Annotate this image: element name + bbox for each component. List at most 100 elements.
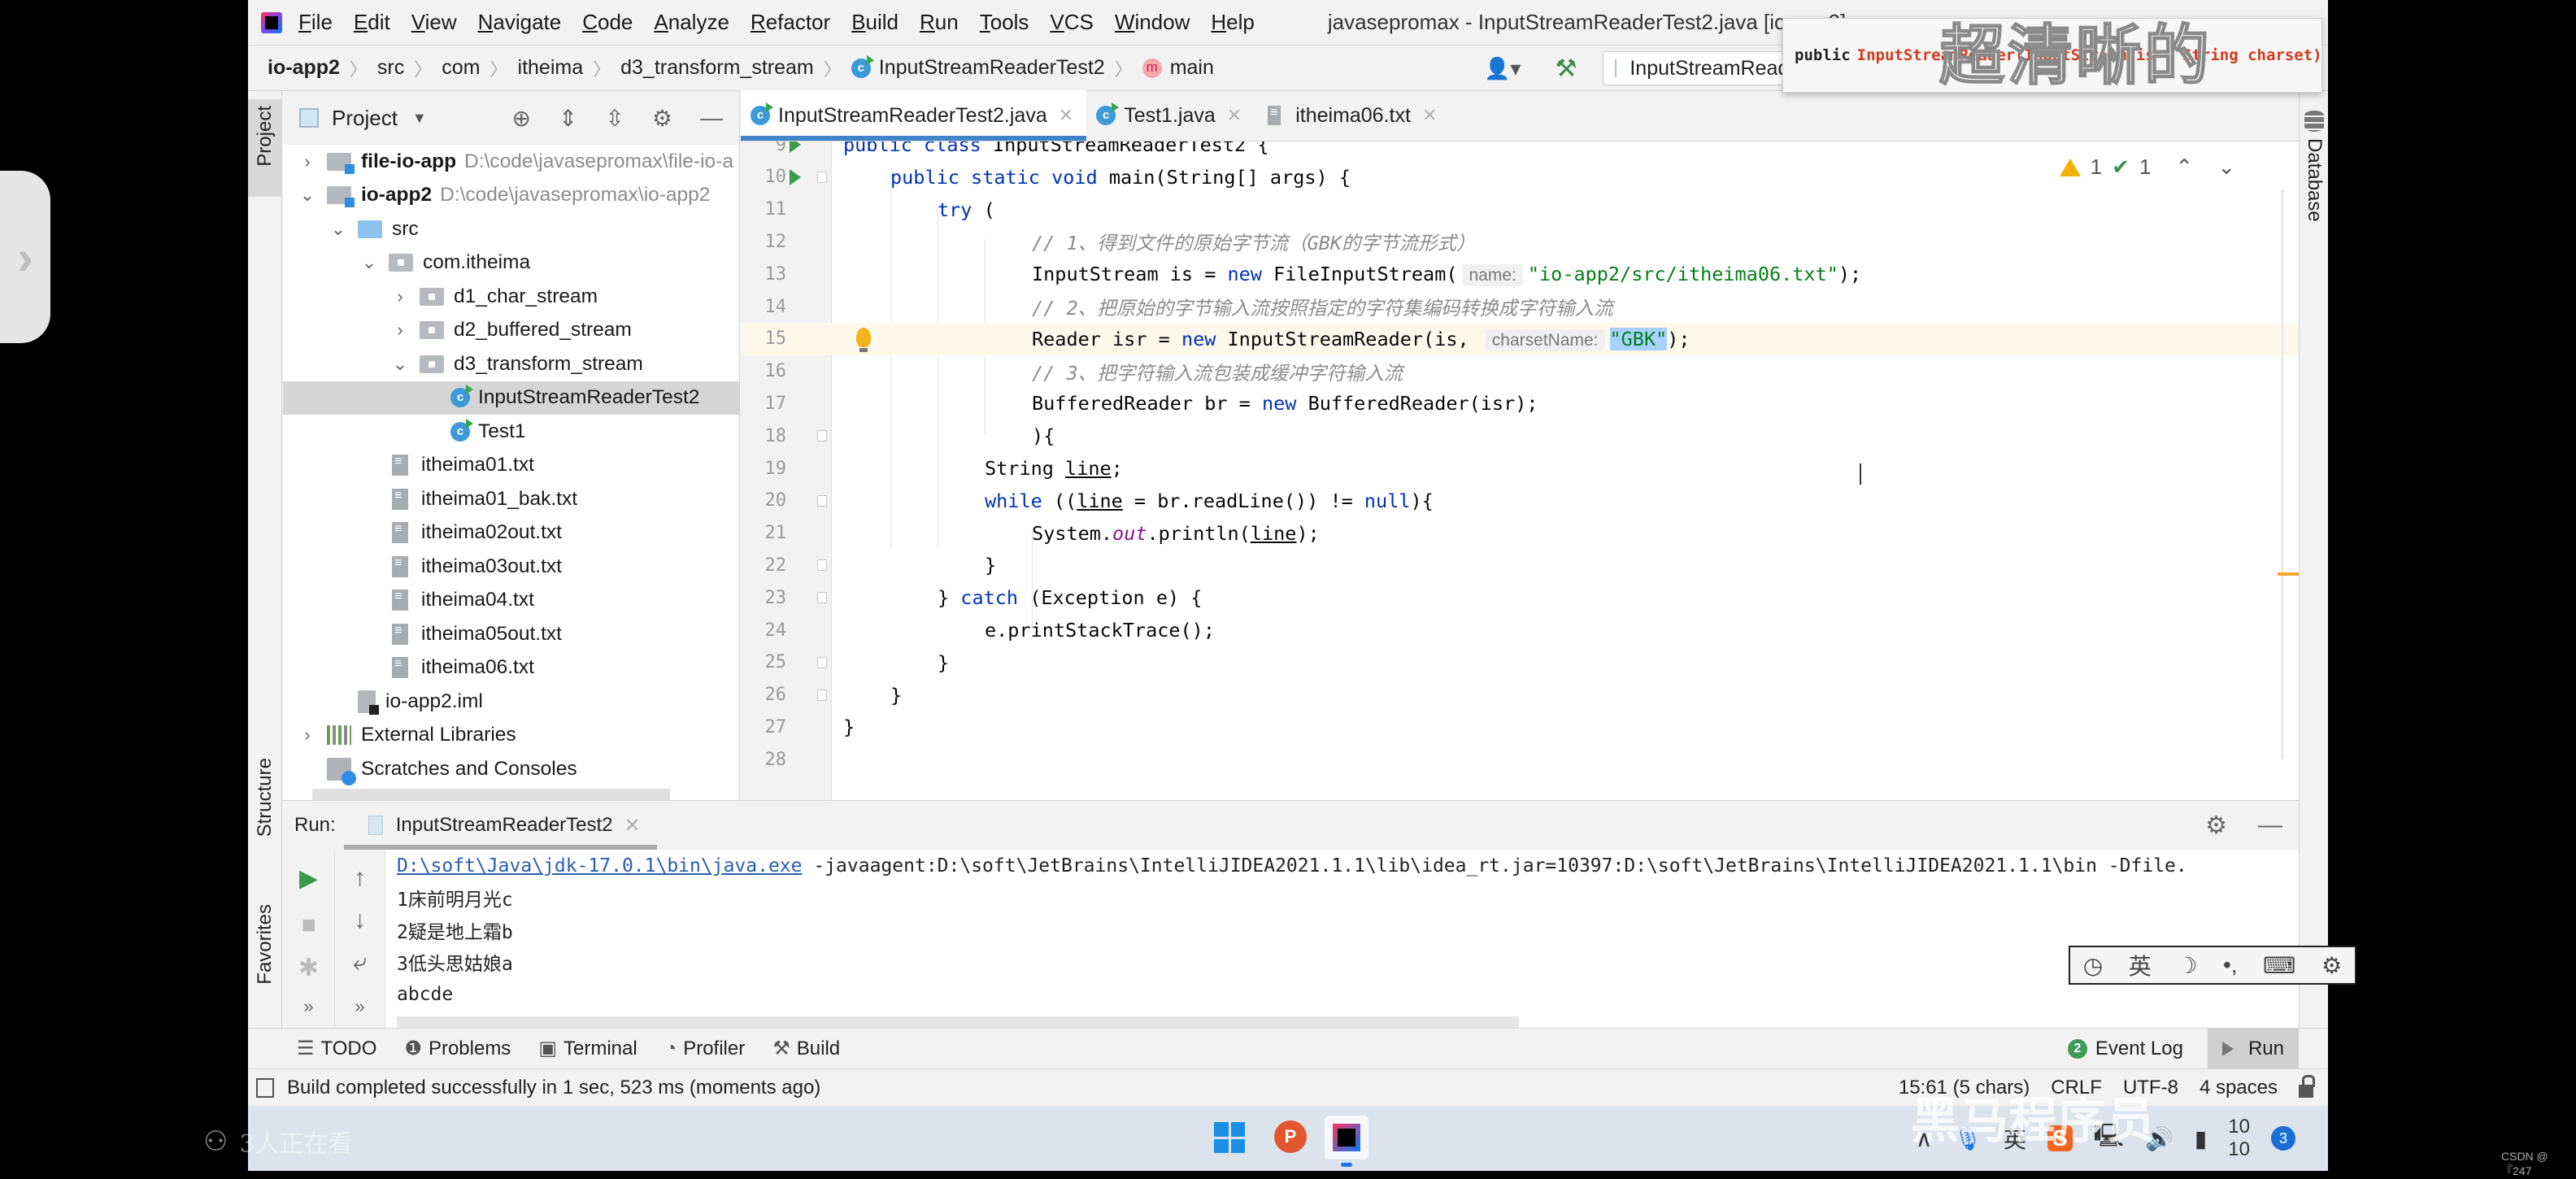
ime-mode[interactable]: 英 [2129, 949, 2152, 981]
close-icon[interactable]: ✕ [1422, 105, 1437, 126]
editor-scrollbar[interactable] [2281, 190, 2284, 759]
tree-item[interactable]: ⌄ io-app2 D:\code\javasepromax\io-app2 [283, 179, 739, 213]
notification-badge[interactable]: 3 [2271, 1126, 2295, 1151]
previous-highlight-icon[interactable]: ⌃ [2175, 154, 2193, 180]
chevron-right-icon[interactable]: › [296, 151, 319, 172]
run-configuration-selector[interactable]: InputStreamReaderTest2 [1603, 51, 1799, 85]
console-scrollbar[interactable] [397, 1016, 1519, 1028]
console-output[interactable]: D:\soft\Java\jdk-17.0.1\bin\java.exe -ja… [397, 850, 2283, 1017]
tool-run[interactable]: Run [2207, 1029, 2299, 1069]
tool-tab-database[interactable]: Database [2303, 138, 2326, 222]
menu-navigate[interactable]: Navigate [478, 10, 562, 35]
fold-marker-icon[interactable] [817, 494, 827, 507]
menu-tools[interactable]: Tools [980, 10, 1029, 35]
run-gutter-icon[interactable] [790, 168, 801, 185]
keyboard-icon[interactable]: ⌨ [2263, 952, 2295, 979]
editor-body[interactable]: 9 public class InputStreamReaderTest2 {10… [741, 141, 2299, 800]
menu-window[interactable]: Window [1115, 10, 1190, 35]
tool-problems[interactable]: ❶ Problems [404, 1037, 511, 1060]
indent-setting[interactable]: 4 spaces [2200, 1077, 2278, 1099]
tree-item[interactable]: ⌄ d3_transform_stream [283, 347, 739, 381]
tree-item[interactable]: › d1_char_stream [283, 280, 739, 314]
editor-tab[interactable]: c Test1.java ✕ [1086, 90, 1255, 141]
chevron-down-icon[interactable]: ⌄ [389, 354, 411, 375]
tool-build[interactable]: ⚒ Build [772, 1037, 840, 1060]
editor-tab[interactable]: c InputStreamReaderTest2.java ✕ [741, 90, 1087, 141]
tree-item[interactable]: itheima03out.txt [283, 550, 739, 584]
tool-tab-structure[interactable]: Structure [248, 758, 282, 837]
tool-event-log[interactable]: 2 Event Log [2067, 1038, 2183, 1060]
breadcrumb-com[interactable]: com [442, 56, 480, 80]
inspection-widget[interactable]: 1 ✔ 1 ⌃ ⌄ [2059, 154, 2235, 180]
arrow-up-icon[interactable]: ↑ [335, 864, 385, 892]
gear-icon[interactable]: ⚙ [2321, 952, 2342, 979]
chevron-down-icon[interactable]: ⌄ [327, 219, 350, 240]
menu-code[interactable]: Code [582, 10, 633, 35]
chevron-down-icon[interactable]: ▼ [412, 110, 427, 127]
menu-view[interactable]: View [411, 10, 457, 35]
fold-marker-icon[interactable] [817, 592, 827, 604]
breadcrumb-class[interactable]: c InputStreamReaderTest2 [851, 54, 1105, 80]
tool-todo[interactable]: ☰ TODO [297, 1037, 376, 1060]
tree-item[interactable]: itheima04.txt [283, 584, 739, 618]
powerpoint-icon[interactable]: P [1274, 1120, 1307, 1153]
lightbulb-icon[interactable] [856, 327, 871, 352]
close-icon[interactable]: ✕ [1227, 105, 1242, 126]
tree-item[interactable]: itheima01_bak.txt [283, 482, 739, 516]
more-icon[interactable]: » [335, 996, 385, 1017]
build-hammer-icon[interactable]: ⚒ [1555, 54, 1577, 83]
debug-icon[interactable]: ✱ [283, 954, 334, 982]
project-tree-scrollbar[interactable] [312, 789, 670, 800]
breadcrumb-io-app2[interactable]: io-app2 [268, 56, 340, 80]
intellij-taskbar-icon[interactable] [1325, 1116, 1368, 1159]
hide-panel-icon[interactable]: — [700, 105, 723, 131]
run-gutter-icon[interactable] [790, 141, 801, 153]
stop-icon[interactable]: ■ [283, 911, 334, 939]
chevron-right-icon[interactable]: › [389, 286, 411, 307]
chevron-right-icon[interactable]: › [389, 320, 411, 341]
java-exe-link[interactable]: D:\soft\Java\jdk-17.0.1\bin\java.exe [397, 855, 803, 877]
arrow-down-icon[interactable]: ↓ [335, 907, 385, 934]
error-stripe-marker[interactable] [2278, 572, 2299, 576]
fold-marker-icon[interactable] [817, 430, 827, 442]
side-panel-handle[interactable]: › [0, 171, 50, 343]
punctuation-icon[interactable]: •, [2223, 952, 2238, 978]
editor-tab[interactable]: itheima06.txt ✕ [1255, 90, 1450, 141]
tree-item[interactable]: ›Scratches and Consoles [283, 752, 739, 786]
gear-icon[interactable]: ⚙ [652, 105, 672, 132]
collapse-all-icon[interactable]: ⇳ [605, 105, 624, 132]
tool-tab-project[interactable]: Project [248, 99, 282, 197]
battery-icon[interactable]: ▮ [2195, 1125, 2207, 1152]
menu-file[interactable]: File [298, 10, 333, 35]
close-icon[interactable]: ✕ [624, 814, 641, 837]
tree-item[interactable]: itheima06.txt [283, 651, 739, 685]
rerun-icon[interactable]: ▶ [283, 864, 334, 893]
menu-edit[interactable]: Edit [354, 10, 390, 35]
tree-item[interactable]: io-app2.iml [283, 685, 739, 719]
chevron-right-icon[interactable]: › [296, 724, 319, 746]
project-view-selector[interactable]: Project [332, 106, 398, 131]
hide-panel-icon[interactable]: — [2258, 811, 2282, 839]
tree-item[interactable]: › d2_buffered_stream [283, 314, 739, 348]
clock[interactable]: 10 10 [2228, 1116, 2250, 1161]
fold-marker-icon[interactable] [817, 689, 827, 701]
breadcrumb-itheima[interactable]: itheima [518, 56, 584, 80]
next-highlight-icon[interactable]: ⌄ [2217, 154, 2235, 180]
tree-item[interactable]: ⌄ com.itheima [283, 246, 739, 281]
windows-start-icon[interactable] [1214, 1122, 1245, 1153]
tree-item[interactable]: itheima02out.txt [283, 516, 739, 550]
user-account-icon[interactable]: 👤▾ [1484, 56, 1521, 81]
tool-profiler[interactable]: ◔ Profiler [665, 1038, 746, 1060]
menu-help[interactable]: Help [1211, 10, 1254, 35]
breadcrumb-d3-transform-stream[interactable]: d3_transform_stream [620, 56, 814, 80]
breadcrumb-method[interactable]: m main [1142, 56, 1214, 80]
tree-item[interactable]: › External Libraries [283, 719, 739, 753]
lock-icon[interactable] [2299, 1075, 2315, 1098]
ime-logo-icon[interactable]: ◷ [2083, 952, 2103, 979]
menu-vcs[interactable]: VCS [1050, 10, 1093, 35]
menu-analyze[interactable]: Analyze [654, 10, 729, 35]
tree-item[interactable]: itheima01.txt [283, 449, 739, 483]
run-tab[interactable]: InputStreamReaderTest2 ✕ [343, 801, 657, 850]
menu-refactor[interactable]: Refactor [751, 10, 830, 35]
chevron-down-icon[interactable]: ⌄ [296, 185, 319, 206]
